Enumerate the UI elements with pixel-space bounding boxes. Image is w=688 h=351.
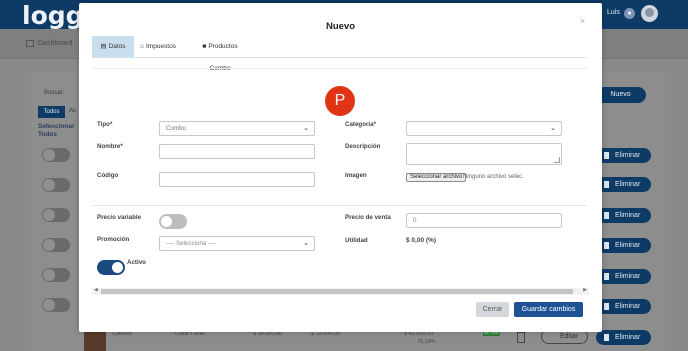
tab-datos[interactable]: ▤ Datos <box>92 36 134 58</box>
descripcion-textarea[interactable] <box>406 143 562 165</box>
tipo-label: Tipo* <box>97 121 113 128</box>
notification-icon[interactable]: ● <box>624 8 635 19</box>
guardar-cambios-button[interactable]: Guardar cambios <box>514 302 583 317</box>
cerrar-button[interactable]: Cerrar <box>476 302 509 317</box>
horizontal-scrollbar[interactable]: ◀ ▶ <box>92 287 589 295</box>
utilidad-value: $ 0,00 (%) <box>406 237 436 244</box>
row-select-toggle[interactable] <box>42 208 70 222</box>
delete-button[interactable]: Eliminar <box>596 299 651 314</box>
categoria-label: Categoria* <box>345 121 376 128</box>
precio-variable-toggle[interactable] <box>159 214 187 229</box>
select-all-header[interactable]: Seleccionar Todos <box>38 123 76 139</box>
nombre-label: Nombre* <box>97 143 123 150</box>
activo-toggle[interactable] <box>97 260 125 275</box>
tipo-select-value: Combo <box>166 125 186 132</box>
codigo-input[interactable] <box>159 172 315 187</box>
row-select-toggle[interactable] <box>42 298 70 312</box>
product-avatar: P <box>325 86 355 116</box>
user-avatar[interactable] <box>641 5 658 22</box>
row-select-toggle[interactable] <box>42 238 70 252</box>
tab-productos-combo[interactable]: ■Productos Combo <box>192 36 248 72</box>
nombre-input[interactable] <box>159 144 315 159</box>
delete-button[interactable]: Eliminar <box>596 238 651 253</box>
tabs-divider <box>92 68 587 69</box>
chevron-down-icon: ⌄ <box>550 125 556 132</box>
chevron-down-icon: ⌄ <box>303 125 309 132</box>
imagen-label: Imagen <box>345 172 367 179</box>
tipo-select[interactable]: Combo ⌄ <box>159 121 315 136</box>
promocion-select[interactable]: ---- Selecciona ---- ⌄ <box>159 236 315 251</box>
tab-impuestos[interactable]: ⌂ Impuestos <box>139 36 177 58</box>
filter-tab-active[interactable]: Ac <box>69 108 76 114</box>
document-icon[interactable] <box>517 332 525 343</box>
delete-button[interactable]: Eliminar <box>596 330 651 345</box>
promocion-select-value: ---- Selecciona ---- <box>166 240 217 247</box>
scrollbar-thumb[interactable] <box>101 289 573 294</box>
cell-percent: 78,18% <box>417 339 436 345</box>
categoria-select[interactable]: ⌄ <box>406 121 562 136</box>
scroll-left-icon[interactable]: ◀ <box>94 287 98 293</box>
chevron-down-icon: ⌄ <box>303 240 309 247</box>
dashboard-icon <box>26 40 34 47</box>
row-select-toggle[interactable] <box>42 178 70 192</box>
tab-label: Impuestos <box>145 43 176 50</box>
doc-icon: ▤ <box>100 43 107 50</box>
new-product-modal: Nuevo × ▤Datos ⌂Impuestos ■Productos Com… <box>79 3 602 332</box>
precio-venta-label: Precio de venta <box>345 214 391 221</box>
modal-tabs: ▤Datos ⌂Impuestos ■Productos Combo <box>92 36 587 72</box>
row-select-toggle[interactable] <box>42 148 70 162</box>
delete-button[interactable]: Eliminar <box>596 148 651 163</box>
file-select-button[interactable]: Seleccionar archivo <box>406 173 467 182</box>
utilidad-label: Utilidad <box>345 237 368 244</box>
close-icon[interactable]: × <box>580 16 585 26</box>
delete-button[interactable]: Eliminar <box>596 177 651 192</box>
precio-variable-label: Precio variable <box>97 214 142 221</box>
new-product-button[interactable]: Nuevo <box>595 87 646 103</box>
delete-button[interactable]: Eliminar <box>596 269 651 284</box>
descripcion-label: Descripción <box>345 143 381 150</box>
breadcrumb-dashboard[interactable]: Dashboard <box>38 40 72 47</box>
resize-handle-icon[interactable] <box>554 157 560 163</box>
search-label: Buscar: <box>44 90 65 96</box>
precio-venta-input[interactable]: 0 <box>406 213 562 228</box>
user-name[interactable]: Luis <box>607 9 620 16</box>
tab-label: Datos <box>108 43 126 50</box>
row-select-toggle[interactable] <box>42 268 70 282</box>
file-status-text: Ninguno archivo selec. <box>463 174 524 180</box>
delete-button[interactable]: Eliminar <box>596 208 651 223</box>
codigo-label: Código <box>97 172 119 179</box>
section-divider <box>92 205 587 206</box>
scroll-right-icon[interactable]: ▶ <box>583 287 587 293</box>
filter-tab-all[interactable]: Todos <box>38 106 65 118</box>
promocion-label: Promoción <box>97 236 130 243</box>
modal-title: Nuevo <box>325 21 356 32</box>
lock-icon: ■ <box>202 43 207 50</box>
activo-label: Activo <box>127 259 146 266</box>
bank-icon: ⌂ <box>140 43 144 50</box>
